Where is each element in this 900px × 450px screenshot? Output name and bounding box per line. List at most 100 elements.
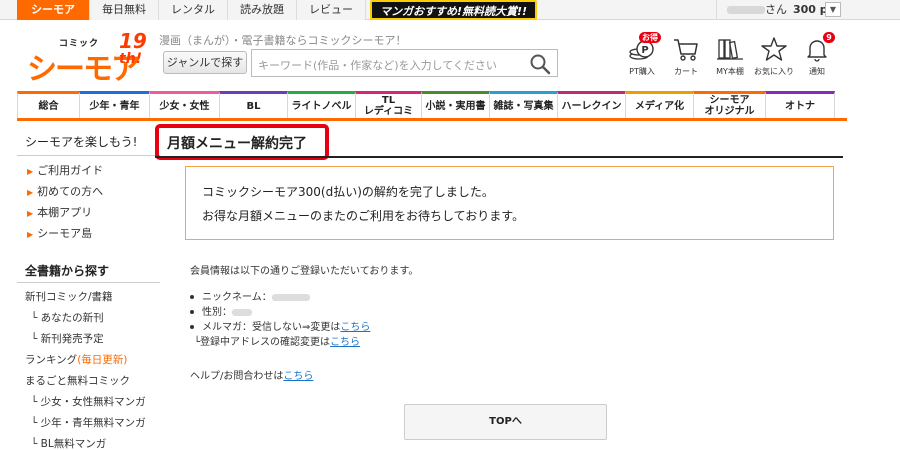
arrow-icon: ▶: [27, 167, 34, 176]
nickname-masked: [271, 293, 310, 301]
tab-review[interactable]: レビュー: [297, 0, 366, 20]
genre-search-button[interactable]: ジャンルで探す: [163, 51, 247, 74]
user-suffix: さん: [765, 3, 787, 16]
sub-prefix: └: [31, 438, 38, 450]
cat-shojo-josei[interactable]: 少女・女性: [149, 91, 219, 118]
sidebar-title: シーモアを楽しもう!: [25, 135, 138, 149]
link-label: 少年・青年無料マンガ: [40, 417, 146, 429]
page-title: 月額メニュー解約完了: [167, 136, 307, 152]
notifications-label: 通知: [809, 67, 825, 76]
search-icon[interactable]: [529, 53, 551, 75]
title-underline: [155, 156, 843, 158]
link-label: 少女・女性無料マンガ: [40, 396, 146, 408]
bullet: [190, 295, 194, 299]
link-label: シーモア島: [37, 227, 93, 240]
top-page-button[interactable]: TOPへ: [404, 404, 607, 440]
link-label: 新刊発売予定: [40, 333, 104, 345]
email-confirm-row: └登録中アドレスの確認変更はこちら: [194, 333, 360, 348]
notice-line-2: お得な月額メニューのまたのご利用をお待ちしております。: [202, 209, 525, 223]
sidebar-link-bookshelf-app[interactable]: ▶ 本棚アプリ: [27, 205, 103, 226]
svg-text:P: P: [641, 45, 648, 56]
search-box[interactable]: キーワード(作品・作家など)を入力してください: [251, 49, 558, 77]
cat-general[interactable]: 総合: [17, 91, 79, 118]
cat-media[interactable]: メディア化: [625, 91, 693, 118]
sidebar-link-upcoming[interactable]: └ 新刊発売予定: [25, 331, 146, 352]
cat-original[interactable]: シーモア オリジナル: [693, 91, 765, 118]
my-bookshelf-label: MY本棚: [716, 67, 744, 76]
sidebar-guide-links: ▶ ご利用ガイド ▶ 初めての方へ ▶ 本棚アプリ ▶ シーモア島: [27, 163, 103, 247]
anniversary-badge: 19 th!: [119, 31, 149, 74]
tab-rental[interactable]: レンタル: [159, 0, 228, 20]
top-navigation: シーモア 毎日無料 レンタル 読み放題 レビュー マンガおすすめ!無料読大賞!!…: [0, 0, 900, 20]
sidebar-divider: [17, 155, 160, 156]
mailmag-row: メルマガ：受信しない⇒変更はこちら: [190, 318, 370, 333]
header-cart[interactable]: カート: [666, 34, 706, 77]
email-confirm-label: └登録中アドレスの確認変更は: [194, 337, 331, 348]
cat-shonen-seinen[interactable]: 少年・青年: [79, 91, 149, 118]
cat-novel-practical[interactable]: 小説・実用書: [421, 91, 489, 118]
tab-unlimited[interactable]: 読み放題: [228, 0, 297, 20]
gender-label: 性別：: [202, 307, 232, 318]
cart-label: カート: [674, 67, 698, 76]
cart-icon: [674, 39, 698, 61]
header-favorites[interactable]: お気に入り: [754, 34, 794, 77]
category-navigation: 総合 少年・青年 少女・女性 BL ライトノベル TL レディコミ 小説・実用書…: [17, 91, 847, 121]
pt-purchase-label: PT購入: [629, 67, 655, 76]
user-dropdown-button[interactable]: ▼: [825, 2, 841, 17]
site-tagline: 漫画（まんが）・電子書籍ならコミックシーモア！: [159, 34, 407, 47]
tab-daily-free[interactable]: 毎日無料: [90, 0, 159, 20]
otoku-badge: お得: [639, 32, 661, 43]
link-label: BL無料マンガ: [40, 438, 107, 450]
cat-bl[interactable]: BL: [219, 91, 287, 118]
link-label: ご利用ガイド: [37, 164, 104, 177]
mailmag-change-link[interactable]: こちら: [340, 322, 370, 333]
sidebar-link-beginners[interactable]: ▶ 初めての方へ: [27, 184, 103, 205]
promo-banner[interactable]: マンガおすすめ!無料読大賞!!: [370, 0, 538, 20]
email-confirm-link[interactable]: こちら: [330, 337, 360, 348]
sidebar-link-new-releases[interactable]: 新刊コミック/書籍: [25, 289, 146, 310]
arrow-icon: ▶: [27, 188, 34, 197]
star-icon: [761, 37, 787, 61]
gender-masked: [232, 308, 252, 316]
arrow-icon: ▶: [27, 230, 34, 239]
sub-prefix: └: [31, 312, 38, 324]
tab-seymour[interactable]: シーモア: [17, 0, 90, 20]
sidebar-books-title: 全書籍から探す: [25, 264, 110, 278]
cat-light-novel[interactable]: ライトノベル: [287, 91, 355, 118]
header-my-bookshelf[interactable]: MY本棚: [710, 34, 750, 77]
sidebar-link-free-bl[interactable]: └ BL無料マンガ: [25, 436, 146, 450]
sub-prefix: └: [31, 417, 38, 429]
link-label: 初めての方へ: [37, 185, 104, 198]
sidebar-link-free-shojo[interactable]: └ 少女・女性無料マンガ: [25, 394, 146, 415]
username-masked: [727, 6, 765, 14]
notification-count: 9: [823, 32, 835, 43]
cat-harlequin[interactable]: ハーレクイン: [557, 91, 625, 118]
help-row: ヘルプ/お問合わせはこちら: [190, 367, 313, 382]
site-logo[interactable]: コミック シーモア 19 th!: [27, 30, 149, 87]
sidebar-link-free-shonen[interactable]: └ 少年・青年無料マンガ: [25, 415, 146, 436]
top-tabs: シーモア 毎日無料 レンタル 読み放題 レビュー マンガおすすめ!無料読大賞!!: [17, 0, 538, 20]
cat-adult[interactable]: オトナ: [765, 91, 835, 118]
sidebar-link-guide[interactable]: ▶ ご利用ガイド: [27, 163, 103, 184]
sidebar-link-free-comics[interactable]: まるごと無料コミック: [25, 373, 146, 394]
link-label: ランキング: [25, 354, 78, 366]
help-link[interactable]: こちら: [283, 371, 313, 382]
help-label: ヘルプ/お問合わせは: [190, 371, 284, 382]
cat-magazine-photo[interactable]: 雑誌・写真集: [489, 91, 557, 118]
member-info-intro: 会員情報は以下の通りご登録いただいております。: [190, 266, 419, 277]
nickname-label: ニックネーム：: [202, 292, 272, 303]
bookshelf-icon: [717, 39, 743, 60]
link-label: あなたの新刊: [40, 312, 104, 324]
arrow-icon: ▶: [27, 209, 34, 218]
sidebar-link-ranking[interactable]: ランキング(毎日更新): [25, 352, 146, 373]
cat-tl-ladies[interactable]: TL レディコミ: [355, 91, 421, 118]
header-pt-purchase[interactable]: P お得 PT購入: [622, 32, 662, 77]
favorites-label: お気に入り: [754, 67, 794, 76]
mailmag-label: メルマガ：受信しない⇒変更は: [202, 322, 341, 333]
sidebar-link-seymour-island[interactable]: ▶ シーモア島: [27, 226, 103, 247]
nickname-row: ニックネーム：: [190, 288, 310, 303]
sidebar-books-links: 新刊コミック/書籍 └ あなたの新刊 └ 新刊発売予定 ランキング(毎日更新) …: [25, 289, 146, 450]
bullet: [190, 325, 194, 329]
header-notifications[interactable]: 9 通知: [797, 32, 837, 77]
sidebar-link-your-new[interactable]: └ あなたの新刊: [25, 310, 146, 331]
